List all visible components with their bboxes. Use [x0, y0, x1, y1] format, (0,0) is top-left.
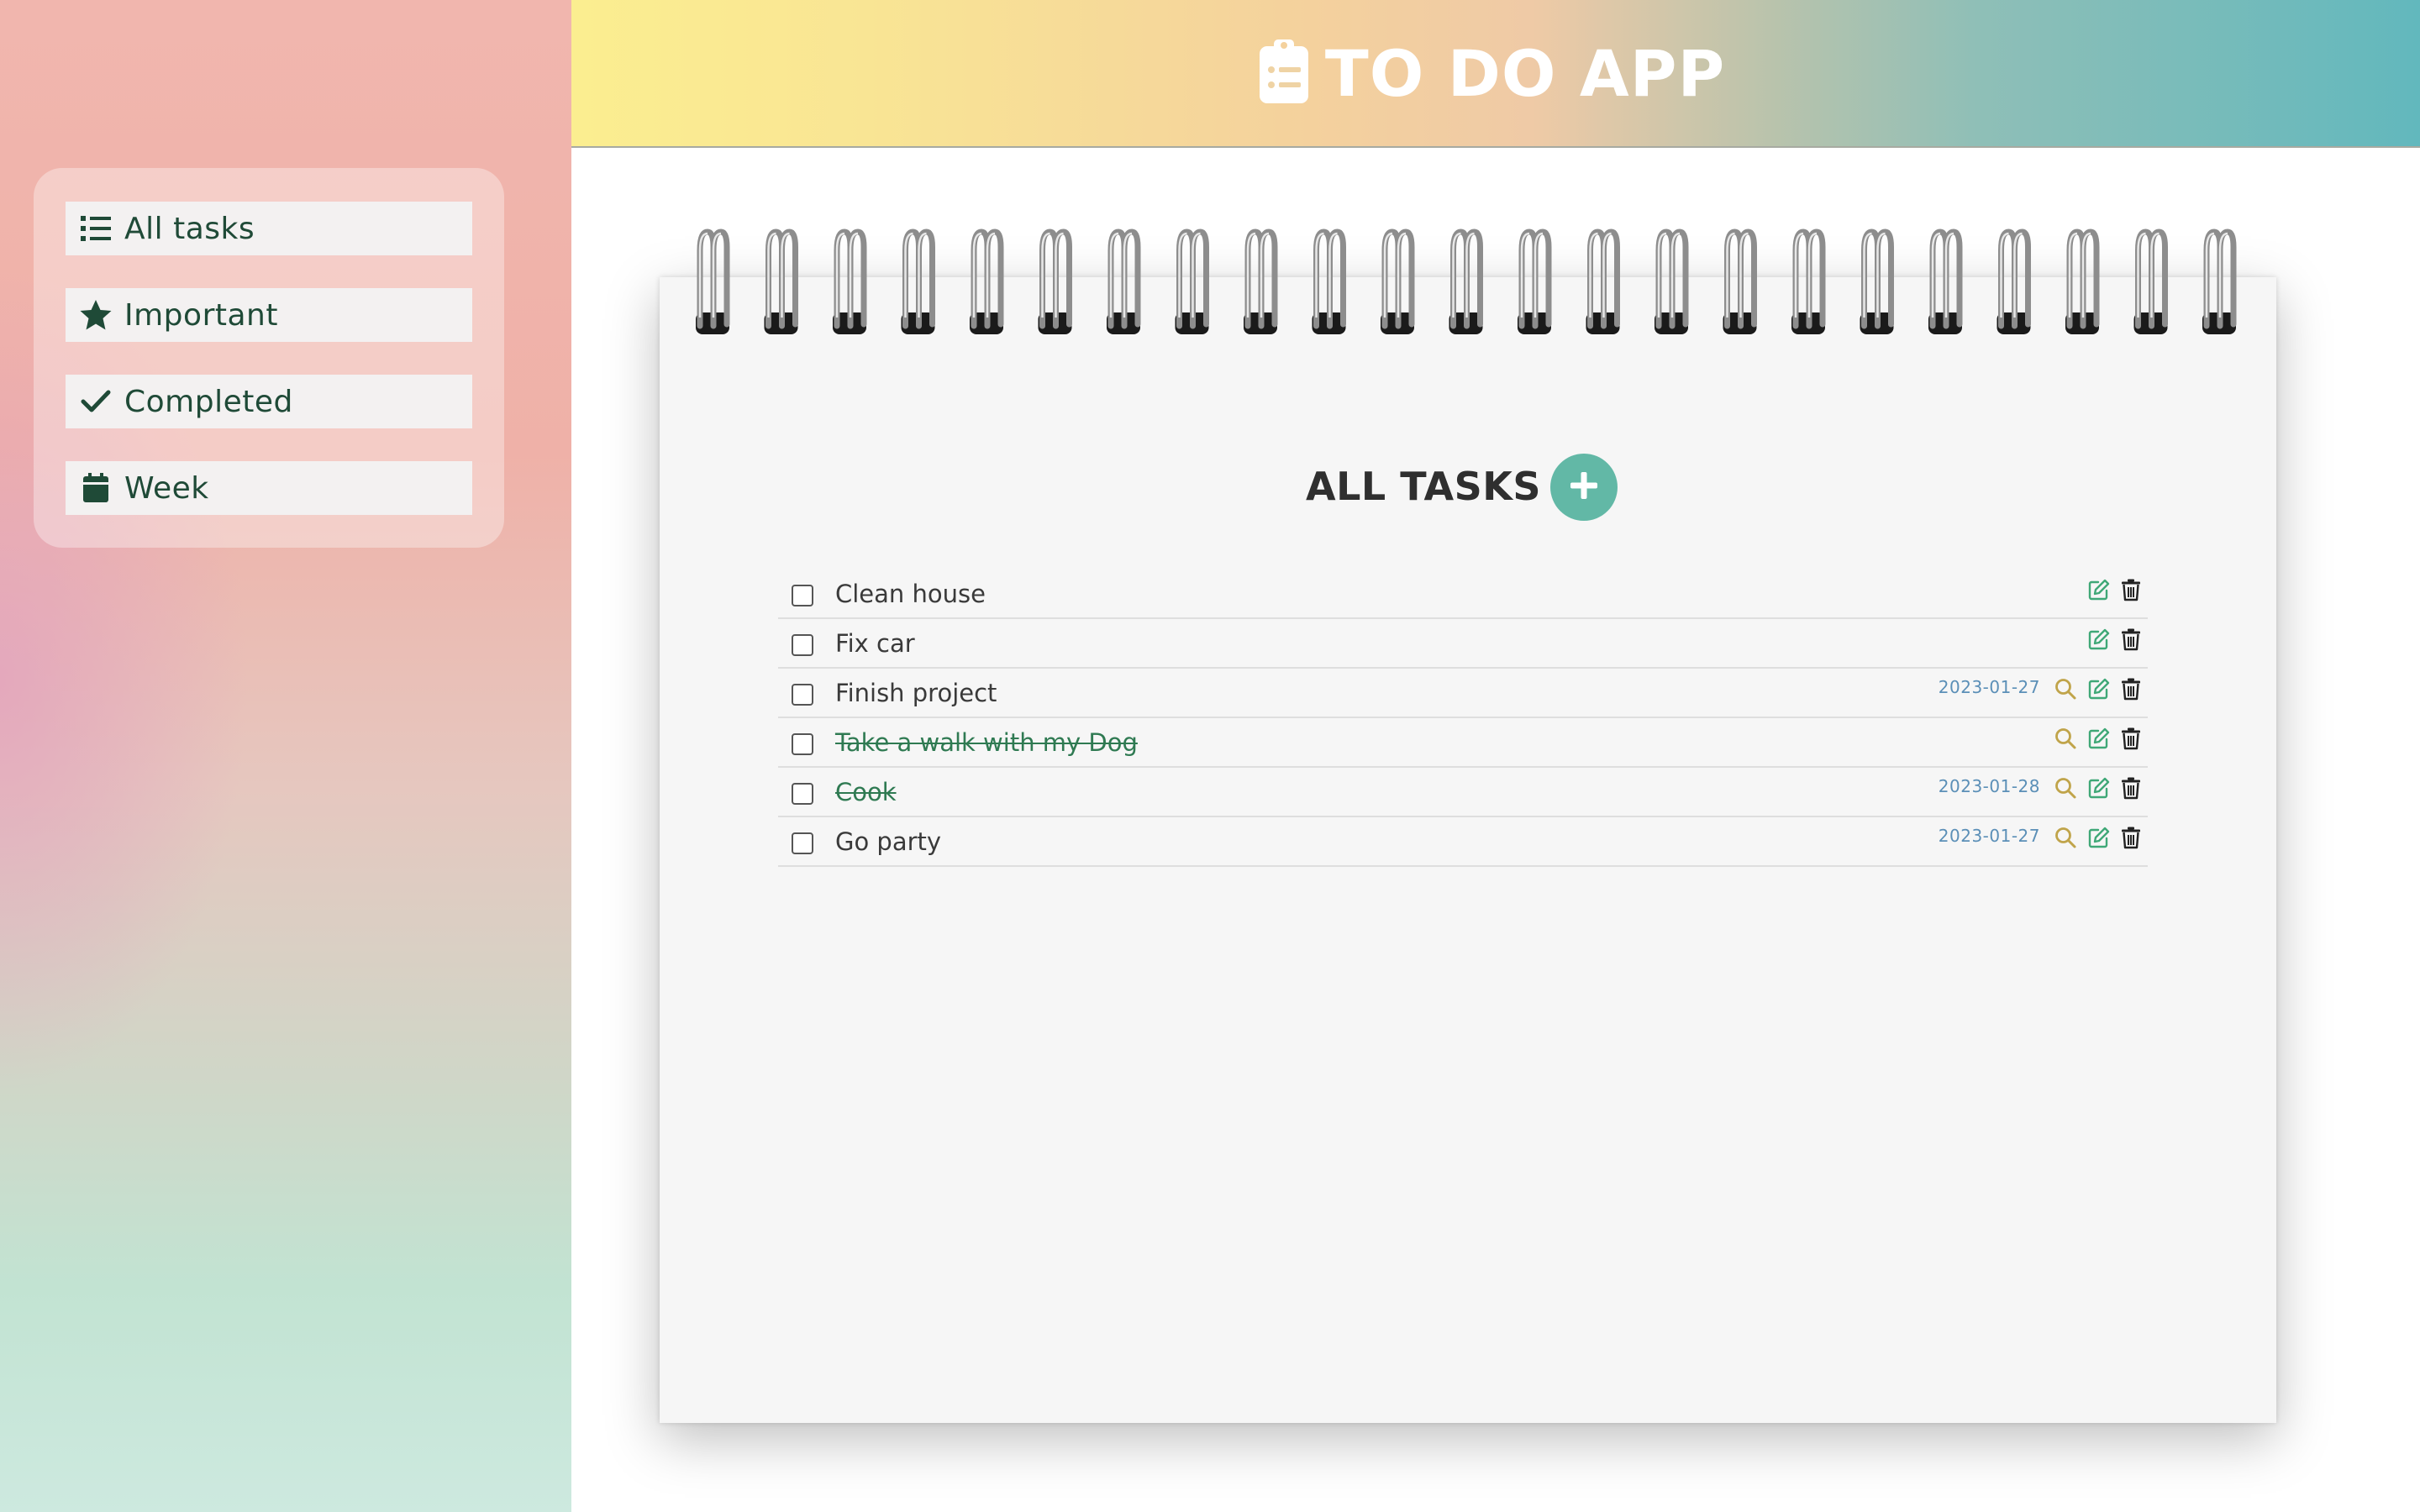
trash-icon[interactable] [2118, 774, 2144, 801]
star-icon [77, 297, 114, 333]
trash-icon[interactable] [2118, 675, 2144, 702]
check-icon [77, 383, 114, 420]
search-icon[interactable] [2052, 774, 2079, 801]
sidebar: All tasks Important Completed Week [0, 0, 571, 1512]
sidebar-item-important[interactable]: Important [66, 288, 472, 342]
task-row: Take a walk with my Dog [778, 718, 2148, 768]
task-title: Fix car [835, 629, 915, 658]
spiral-ring [901, 228, 935, 334]
task-title: Finish project [835, 679, 997, 707]
app-title: TO DO APP [1324, 35, 1726, 111]
spiral-ring [1312, 228, 1346, 334]
spiral-ring [1175, 228, 1209, 334]
search-icon[interactable] [2052, 824, 2079, 851]
spiral-ring [1723, 228, 1757, 334]
search-icon[interactable] [2052, 725, 2079, 752]
sidebar-item-label: Important [124, 297, 278, 333]
sidebar-item-label: Week [124, 470, 209, 506]
task-checkbox[interactable] [792, 783, 813, 805]
task-checkbox[interactable] [792, 634, 813, 656]
task-row: Finish project 2023-01-27 [778, 669, 2148, 718]
trash-icon[interactable] [2118, 824, 2144, 851]
task-row: Cook 2023-01-28 [778, 768, 2148, 817]
spiral-ring [1996, 228, 2031, 334]
spiral-ring [1655, 228, 1689, 334]
task-title: Cook [835, 778, 897, 806]
trash-icon[interactable] [2118, 626, 2144, 653]
task-checkbox[interactable] [792, 733, 813, 755]
task-due-date: 2023-01-27 [1938, 677, 2040, 697]
trash-icon[interactable] [2118, 576, 2144, 603]
spiral-ring [1586, 228, 1620, 334]
spiral-ring [2065, 228, 2100, 334]
spiral-ring [1449, 228, 1483, 334]
spiral-ring [970, 228, 1004, 334]
spiral-ring [1381, 228, 1415, 334]
task-row: Fix car [778, 619, 2148, 669]
app-header: TO DO APP [571, 0, 2420, 148]
edit-icon[interactable] [2086, 824, 2112, 851]
calendar-icon [77, 470, 114, 507]
spiral-ring [1518, 228, 1552, 334]
spiral-ring [1244, 228, 1278, 334]
spiral-ring [833, 228, 867, 334]
spiral-ring [1038, 228, 1072, 334]
edit-icon[interactable] [2086, 576, 2112, 603]
clipboard-list-icon [1258, 38, 1310, 108]
task-checkbox[interactable] [792, 585, 813, 606]
add-task-button[interactable] [1550, 454, 1618, 521]
edit-icon[interactable] [2086, 675, 2112, 702]
list-icon [77, 210, 114, 247]
app-title-group: TO DO APP [1258, 36, 1725, 111]
task-checkbox[interactable] [792, 832, 813, 854]
spiral-ring [1928, 228, 1963, 334]
edit-icon[interactable] [2086, 774, 2112, 801]
plus-icon [1567, 469, 1601, 506]
task-title: Clean house [835, 580, 986, 608]
sidebar-item-completed[interactable]: Completed [66, 375, 472, 428]
task-row: Go party 2023-01-27 [778, 817, 2148, 867]
task-title: Take a walk with my Dog [835, 728, 1138, 757]
sidebar-item-label: Completed [124, 384, 293, 419]
spiral-ring [1860, 228, 1894, 334]
spiral-ring [1107, 228, 1141, 334]
task-row: Clean house [778, 570, 2148, 619]
task-due-date: 2023-01-27 [1938, 826, 2040, 846]
sidebar-menu: All tasks Important Completed Week [34, 168, 504, 548]
page-title: ALL TASKS [1306, 464, 1542, 509]
sidebar-item-all-tasks[interactable]: All tasks [66, 202, 472, 255]
task-checkbox[interactable] [792, 684, 813, 706]
edit-icon[interactable] [2086, 626, 2112, 653]
spiral-ring [764, 228, 798, 334]
spiral-ring [2202, 228, 2237, 334]
task-list: Clean house Fix car Finish project 2023-01-… [778, 570, 2148, 867]
edit-icon[interactable] [2086, 725, 2112, 752]
spiral-ring [696, 228, 730, 334]
search-icon[interactable] [2052, 675, 2079, 702]
task-title: Go party [835, 827, 942, 856]
trash-icon[interactable] [2118, 725, 2144, 752]
sidebar-item-week[interactable]: Week [66, 461, 472, 515]
sidebar-item-label: All tasks [124, 211, 255, 246]
task-due-date: 2023-01-28 [1938, 776, 2040, 796]
spiral-ring [1791, 228, 1826, 334]
spiral-ring [2133, 228, 2168, 334]
notebook-spiral-binding [696, 228, 2237, 334]
